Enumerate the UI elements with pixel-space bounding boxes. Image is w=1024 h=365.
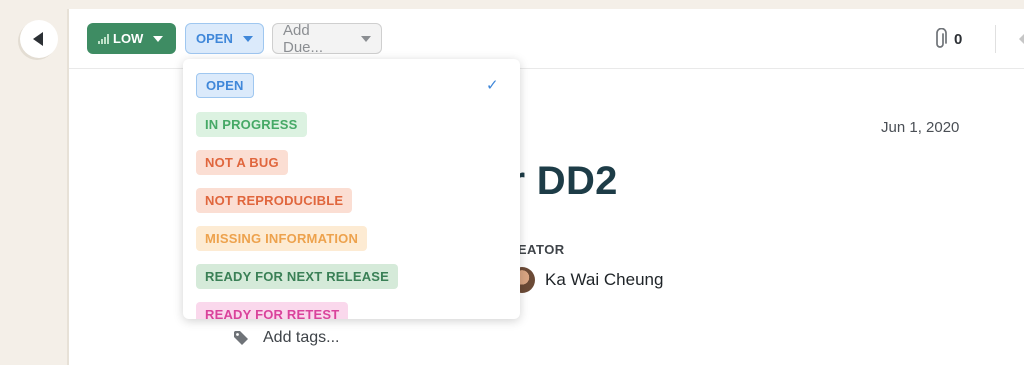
status-label: OPEN <box>196 31 233 46</box>
priority-dropdown[interactable]: LOW <box>87 23 176 54</box>
caret-down-icon <box>242 35 253 42</box>
status-menu: OPEN IN PROGRESS NOT A BUG NOT REPRODUCI… <box>183 59 520 319</box>
due-date-label: Add Due... <box>283 21 324 56</box>
status-option-not-a-bug[interactable]: NOT A BUG <box>196 150 288 175</box>
status-option-in-progress[interactable]: IN PROGRESS <box>196 112 307 137</box>
status-option-missing-information[interactable]: MISSING INFORMATION <box>196 226 368 251</box>
caret-down-icon <box>153 35 164 42</box>
tags-input[interactable]: Add tags... <box>233 329 340 347</box>
priority-label: LOW <box>113 31 144 46</box>
paperclip-icon <box>936 28 947 48</box>
status-option-ready-for-retest[interactable]: READY FOR RETEST <box>196 302 349 319</box>
status-option-open[interactable]: OPEN <box>196 73 254 98</box>
attachments-count: 0 <box>954 30 963 48</box>
caret-down-icon <box>361 35 371 42</box>
signal-bars-icon <box>98 33 109 44</box>
collapse-arrow-icon[interactable] <box>1019 33 1024 45</box>
creator-info: Ka Wai Cheung <box>509 267 663 293</box>
status-option-ready-for-next-release[interactable]: READY FOR NEXT RELEASE <box>196 264 399 289</box>
due-date-dropdown[interactable]: Add Due... <box>272 21 382 56</box>
item-date: Jun 1, 2020 <box>881 119 960 136</box>
tags-placeholder: Add tags... <box>263 329 340 346</box>
back-button[interactable] <box>20 20 58 58</box>
tag-icon <box>234 331 248 345</box>
check-icon: ✓ <box>486 77 499 94</box>
status-dropdown[interactable]: OPEN <box>185 23 264 54</box>
creator-name: Ka Wai Cheung <box>545 270 664 289</box>
status-option-not-reproducible[interactable]: NOT REPRODUCIBLE <box>196 188 353 213</box>
attachments-button[interactable]: 0 <box>933 27 962 51</box>
toolbar-divider <box>995 25 996 53</box>
arrow-left-icon <box>32 32 43 46</box>
